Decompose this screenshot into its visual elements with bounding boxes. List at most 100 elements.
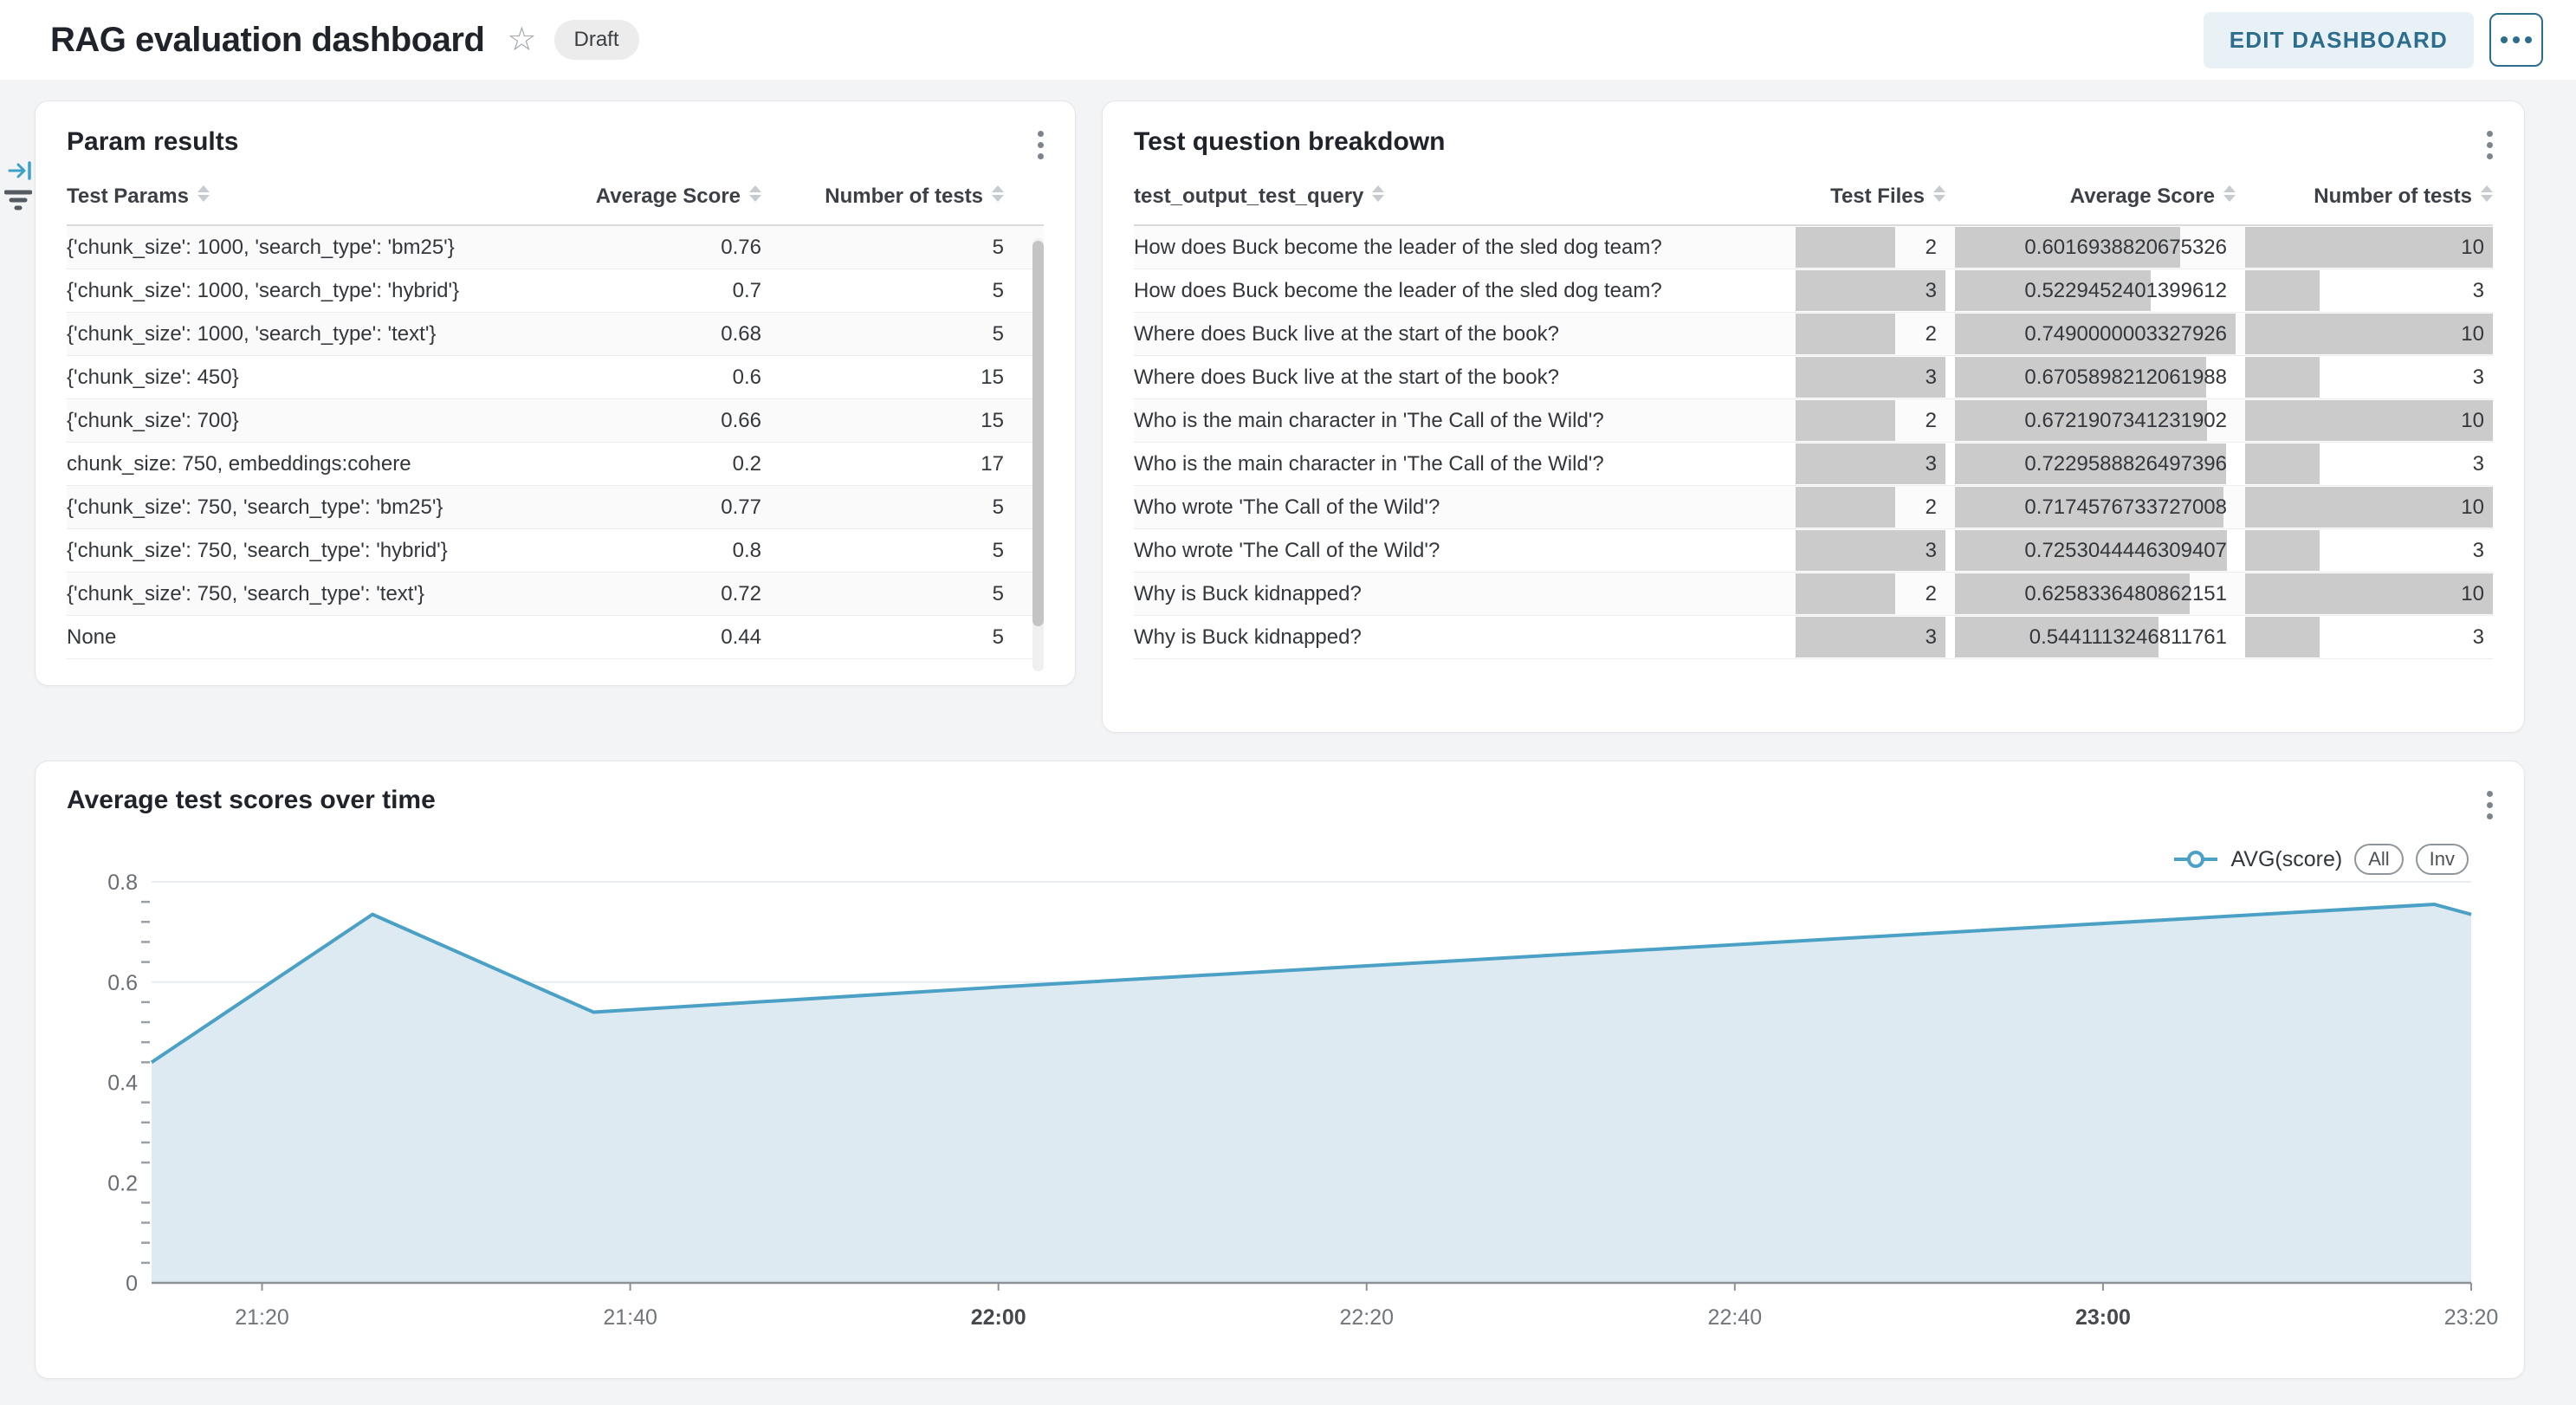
table-cell: 5 — [761, 322, 1004, 346]
svg-text:22:00: 22:00 — [971, 1305, 1026, 1330]
param-results-table: Test Params Average Score Number of test… — [67, 185, 1044, 659]
table-row[interactable]: Where does Buck live at the start of the… — [1134, 313, 2493, 356]
favorite-star-icon[interactable]: ☆ — [507, 23, 536, 56]
question-breakdown-menu-button[interactable] — [2483, 127, 2496, 163]
value-cell: 0.5441113246811761 — [1955, 616, 2236, 658]
value-cell: 2 — [1796, 313, 1945, 355]
value-cell: 0.7229588826497396 — [1955, 443, 2236, 485]
status-badge: Draft — [554, 20, 639, 60]
svg-text:0.4: 0.4 — [107, 1072, 138, 1096]
value-cell: 0.7174576733727008 — [1955, 486, 2236, 528]
table-cell: 0.72 — [579, 582, 761, 606]
table-row[interactable]: Who is the main character in 'The Call o… — [1134, 399, 2493, 443]
value-cell: 10 — [2245, 486, 2493, 528]
sort-icon — [1372, 185, 1384, 202]
value-cell: 3 — [1796, 616, 1945, 658]
table-row[interactable]: {'chunk_size': 750, 'search_type': 'bm25… — [67, 486, 1044, 529]
table-row[interactable]: Who is the main character in 'The Call o… — [1134, 443, 2493, 486]
table-row[interactable]: chunk_size: 750, embeddings:cohere0.217 — [67, 443, 1044, 486]
value-cell: 3 — [2245, 356, 2493, 398]
param-results-menu-button[interactable] — [1034, 127, 1047, 163]
param-results-tbody: {'chunk_size': 1000, 'search_type': 'bm2… — [67, 226, 1044, 659]
sort-header-test-query[interactable]: test_output_test_query — [1134, 185, 1786, 209]
table-cell: {'chunk_size': 1000, 'search_type': 'tex… — [67, 322, 579, 346]
value-cell: 3 — [1796, 443, 1945, 485]
svg-text:0.8: 0.8 — [107, 871, 138, 895]
header-actions: EDIT DASHBOARD — [2204, 12, 2543, 68]
table-row[interactable]: Why is Buck kidnapped?30.544111324681176… — [1134, 616, 2493, 659]
table-row[interactable]: {'chunk_size': 1000, 'search_type': 'bm2… — [67, 226, 1044, 269]
value-cell: 0.6258336480862151 — [1955, 573, 2236, 615]
table-row[interactable]: How does Buck become the leader of the s… — [1134, 269, 2493, 313]
query-cell: Who is the main character in 'The Call o… — [1134, 399, 1786, 442]
sort-header-average-score[interactable]: Average Score — [1955, 185, 2236, 209]
table-row[interactable]: How does Buck become the leader of the s… — [1134, 226, 2493, 269]
table-cell: 5 — [761, 236, 1004, 260]
query-cell: Who is the main character in 'The Call o… — [1134, 443, 1786, 485]
value-cell: 3 — [1796, 529, 1945, 572]
svg-text:23:20: 23:20 — [2444, 1305, 2499, 1330]
collapse-sidebar-icon[interactable] — [7, 158, 33, 188]
sort-icon — [2223, 185, 2236, 202]
question-breakdown-tbody: How does Buck become the leader of the s… — [1134, 226, 2493, 659]
svg-text:22:40: 22:40 — [1708, 1305, 1763, 1330]
table-cell: {'chunk_size': 750, 'search_type': 'hybr… — [67, 539, 579, 563]
table-row[interactable]: {'chunk_size': 1000, 'search_type': 'tex… — [67, 313, 1044, 356]
query-cell: How does Buck become the leader of the s… — [1134, 269, 1786, 312]
scores-chart-plot[interactable]: 00.20.40.60.821:2021:4022:0022:2022:4023… — [36, 761, 2526, 1380]
table-cell: 5 — [761, 495, 1004, 520]
sort-header-number-of-tests[interactable]: Number of tests — [2245, 185, 2493, 209]
sort-icon — [1933, 185, 1945, 202]
param-results-card: Param results Test Params Average Score … — [35, 100, 1076, 686]
value-cell: 0.6016938820675326 — [1955, 226, 2236, 269]
table-cell: 5 — [761, 582, 1004, 606]
table-row[interactable]: Where does Buck live at the start of the… — [1134, 356, 2493, 399]
query-cell: Where does Buck live at the start of the… — [1134, 356, 1786, 398]
table-cell: 0.6 — [579, 366, 761, 390]
value-cell: 3 — [2245, 529, 2493, 572]
query-cell: How does Buck become the leader of the s… — [1134, 226, 1786, 269]
sort-header-test-files[interactable]: Test Files — [1796, 185, 1945, 209]
sort-icon — [197, 185, 210, 202]
value-cell: 10 — [2245, 226, 2493, 269]
table-cell: 5 — [761, 625, 1004, 650]
dashboard-page: RAG evaluation dashboard ☆ Draft EDIT DA… — [0, 0, 2576, 1405]
table-cell: 0.68 — [579, 322, 761, 346]
table-cell: 5 — [761, 539, 1004, 563]
table-cell: 0.76 — [579, 236, 761, 260]
value-cell: 0.6705898212061988 — [1955, 356, 2236, 398]
question-breakdown-table: test_output_test_query Test Files Averag… — [1134, 185, 2493, 659]
value-cell: 3 — [2245, 616, 2493, 658]
filter-icon[interactable] — [4, 189, 32, 217]
table-row[interactable]: {'chunk_size': 750, 'search_type': 'hybr… — [67, 529, 1044, 573]
sort-header-test-params[interactable]: Test Params — [67, 185, 579, 209]
table-row[interactable]: {'chunk_size': 700}0.6615 — [67, 399, 1044, 443]
table-row[interactable]: None0.445 — [67, 616, 1044, 659]
sort-header-number-of-tests[interactable]: Number of tests — [761, 185, 1004, 209]
sort-header-average-score[interactable]: Average Score — [579, 185, 761, 209]
table-row[interactable]: {'chunk_size': 750, 'search_type': 'text… — [67, 573, 1044, 616]
value-cell: 10 — [2245, 573, 2493, 615]
table-cell: 15 — [761, 366, 1004, 390]
svg-text:22:20: 22:20 — [1339, 1305, 1394, 1330]
sort-icon — [749, 185, 761, 202]
table-cell: chunk_size: 750, embeddings:cohere — [67, 452, 579, 476]
table-row[interactable]: {'chunk_size': 450}0.615 — [67, 356, 1044, 399]
table-row[interactable]: Who wrote 'The Call of the Wild'?20.7174… — [1134, 486, 2493, 529]
query-cell: Why is Buck kidnapped? — [1134, 573, 1786, 615]
edit-dashboard-button[interactable]: EDIT DASHBOARD — [2204, 12, 2474, 68]
param-results-table-header: Test Params Average Score Number of test… — [67, 185, 1044, 226]
scrollbar-thumb[interactable] — [1032, 241, 1044, 626]
value-cell: 10 — [2245, 313, 2493, 355]
value-cell: 2 — [1796, 399, 1945, 442]
value-cell: 0.6721907341231902 — [1955, 399, 2236, 442]
table-row[interactable]: {'chunk_size': 1000, 'search_type': 'hyb… — [67, 269, 1044, 313]
svg-text:0.6: 0.6 — [107, 971, 138, 995]
table-cell: 0.77 — [579, 495, 761, 520]
table-cell: {'chunk_size': 750, 'search_type': 'bm25… — [67, 495, 579, 520]
value-cell: 3 — [2245, 443, 2493, 485]
table-cell: 0.2 — [579, 452, 761, 476]
table-row[interactable]: Who wrote 'The Call of the Wild'?30.7253… — [1134, 529, 2493, 573]
table-row[interactable]: Why is Buck kidnapped?20.625833648086215… — [1134, 573, 2493, 616]
dashboard-more-button[interactable] — [2489, 13, 2543, 67]
